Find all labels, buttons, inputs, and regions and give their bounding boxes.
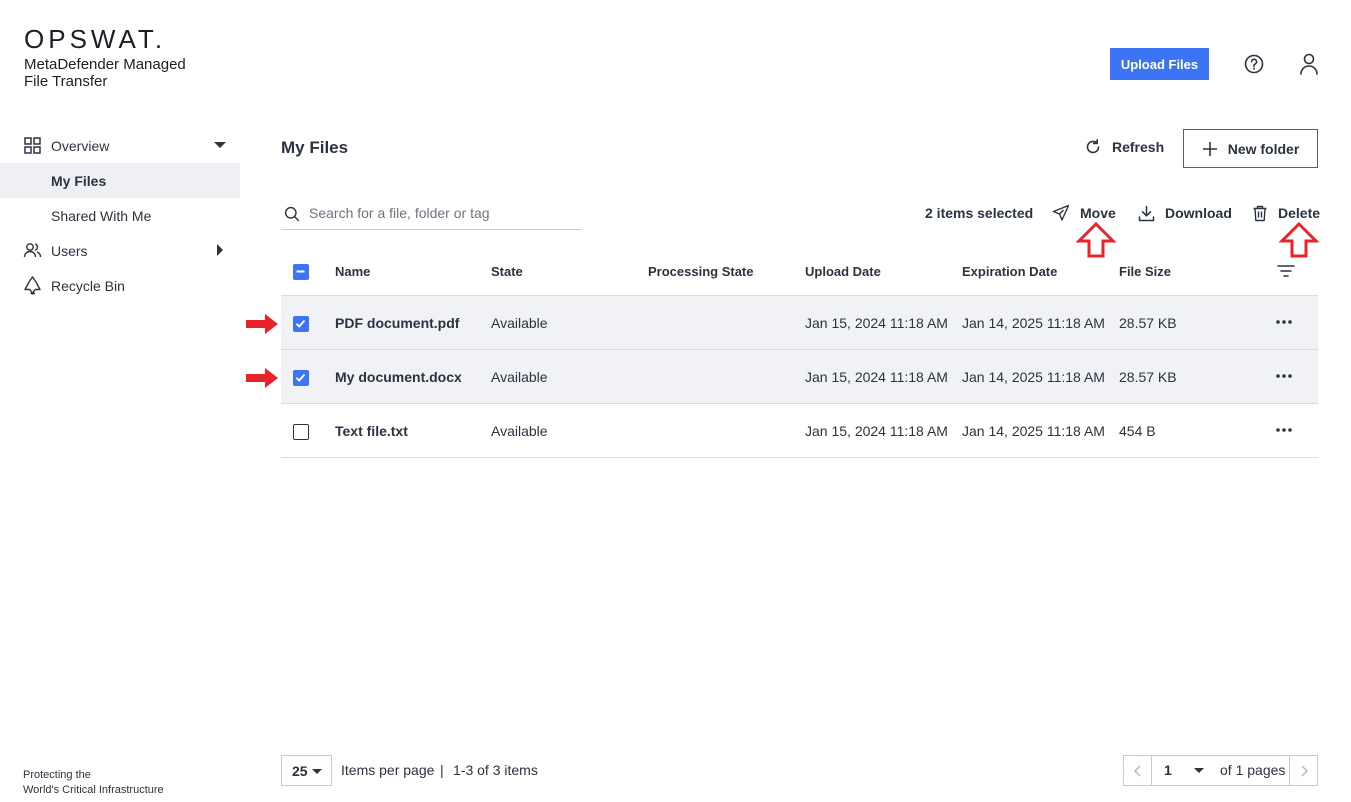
file-name[interactable]: My document.docx — [335, 350, 462, 404]
pagination-separator: | — [440, 762, 444, 778]
pager: 1 of 1 pages — [1123, 755, 1318, 786]
items-per-page-select[interactable]: 25 — [281, 755, 332, 786]
sidebar-item-recycle-bin[interactable]: Recycle Bin — [0, 268, 240, 303]
download-icon — [1138, 205, 1155, 221]
new-folder-button[interactable]: New folder — [1183, 129, 1318, 168]
product-name-line2: File Transfer — [24, 73, 108, 90]
selection-count: 2 items selected — [925, 205, 1034, 221]
next-page-button[interactable] — [1289, 756, 1317, 785]
grid-icon — [23, 136, 42, 155]
items-per-page-value: 25 — [292, 762, 308, 779]
product-name: MetaDefender Managed File Transfer — [24, 56, 186, 90]
delete-button[interactable]: Delete — [1252, 203, 1320, 223]
chevron-right-icon — [1300, 764, 1308, 777]
sidebar-item-shared-with-me[interactable]: Shared With Me — [0, 198, 240, 233]
product-name-line1: MetaDefender Managed — [24, 56, 186, 73]
move-label: Move — [1080, 205, 1116, 221]
more-options-icon[interactable] — [1274, 317, 1294, 327]
row-checkbox[interactable] — [293, 370, 309, 386]
file-expiration-date: Jan 14, 2025 11:18 AM — [962, 423, 1105, 439]
column-header-expiration-date[interactable]: Expiration Date — [962, 264, 1057, 279]
items-per-page-label: Items per page — [341, 762, 435, 778]
table-row[interactable]: Text file.txt Available Jan 15, 2024 11:… — [281, 404, 1318, 458]
new-folder-label: New folder — [1227, 140, 1300, 157]
send-icon — [1052, 204, 1070, 221]
file-upload-date: Jan 15, 2024 11:18 AM — [805, 369, 948, 385]
file-size: 454 B — [1119, 423, 1156, 439]
recycle-icon — [23, 276, 42, 295]
sidebar-item-users[interactable]: Users — [0, 233, 240, 268]
more-options-icon[interactable] — [1274, 425, 1294, 435]
search-icon — [284, 206, 300, 222]
opswat-logo: OPSWAT. — [24, 24, 167, 54]
trash-icon — [1253, 205, 1267, 221]
chevron-down-icon[interactable] — [1194, 768, 1204, 773]
file-expiration-date: Jan 14, 2025 11:18 AM — [962, 315, 1105, 331]
footer-tagline-line2: World's Critical Infrastructure — [23, 784, 164, 796]
annotation-arrow-up-icon — [1279, 222, 1319, 258]
file-name[interactable]: Text file.txt — [335, 404, 408, 458]
column-header-file-size[interactable]: File Size — [1119, 264, 1171, 279]
previous-page-button[interactable] — [1124, 756, 1152, 785]
annotation-arrow-right-icon — [246, 368, 278, 388]
column-filter-icon[interactable] — [1277, 264, 1295, 278]
chevron-down-icon[interactable] — [214, 142, 226, 148]
column-header-processing-state[interactable]: Processing State — [648, 264, 754, 279]
move-button[interactable]: Move — [1052, 203, 1116, 223]
row-checkbox[interactable] — [293, 424, 309, 440]
table-row[interactable]: My document.docx Available Jan 15, 2024 … — [281, 350, 1318, 404]
upload-files-button[interactable]: Upload Files — [1110, 48, 1209, 80]
chevron-right-icon[interactable] — [217, 244, 223, 256]
sidebar-item-label: Shared With Me — [51, 207, 152, 224]
annotation-arrow-up-icon — [1076, 222, 1116, 258]
more-options-icon[interactable] — [1274, 371, 1294, 381]
current-page[interactable]: 1 — [1164, 762, 1172, 778]
column-header-name[interactable]: Name — [335, 264, 370, 279]
plus-icon — [1202, 141, 1217, 156]
footer-tagline: Protecting the World's Critical Infrastr… — [23, 768, 164, 798]
download-label: Download — [1165, 205, 1232, 221]
sidebar-item-label: Overview — [51, 137, 110, 154]
annotation-arrow-right-icon — [246, 314, 278, 334]
search-input[interactable] — [309, 202, 577, 224]
footer-tagline-line1: Protecting the — [23, 769, 91, 781]
file-state: Available — [491, 423, 548, 439]
delete-label: Delete — [1278, 205, 1321, 221]
total-pages: of 1 pages — [1220, 762, 1286, 778]
sidebar-item-my-files[interactable]: My Files — [0, 163, 240, 198]
file-state: Available — [491, 369, 548, 385]
file-name[interactable]: PDF document.pdf — [335, 296, 459, 350]
sidebar-item-overview[interactable]: Overview — [0, 128, 240, 163]
sidebar-item-label: Users — [51, 242, 88, 259]
sidebar-item-label: My Files — [51, 172, 107, 189]
table-row[interactable]: PDF document.pdf Available Jan 15, 2024 … — [281, 296, 1318, 350]
page-title: My Files — [281, 138, 349, 157]
file-state: Available — [491, 315, 548, 331]
search-field[interactable] — [281, 198, 581, 230]
chevron-down-icon — [312, 769, 322, 774]
file-upload-date: Jan 15, 2024 11:18 AM — [805, 315, 948, 331]
user-icon[interactable] — [1298, 52, 1320, 76]
sidebar-item-label: Recycle Bin — [51, 277, 125, 294]
file-size: 28.57 KB — [1119, 315, 1177, 331]
pagination-range: 1-3 of 3 items — [453, 762, 538, 778]
download-button[interactable]: Download — [1138, 203, 1232, 223]
column-header-upload-date[interactable]: Upload Date — [805, 264, 881, 279]
refresh-label: Refresh — [1112, 139, 1165, 155]
refresh-button[interactable]: Refresh — [1084, 136, 1164, 158]
chevron-left-icon — [1133, 764, 1141, 777]
file-size: 28.57 KB — [1119, 369, 1177, 385]
help-circle-icon[interactable] — [1243, 53, 1265, 75]
refresh-icon — [1086, 139, 1100, 154]
column-header-state[interactable]: State — [491, 264, 523, 279]
file-expiration-date: Jan 14, 2025 11:18 AM — [962, 369, 1105, 385]
file-upload-date: Jan 15, 2024 11:18 AM — [805, 423, 948, 439]
select-all-checkbox[interactable] — [293, 264, 309, 280]
row-checkbox[interactable] — [293, 316, 309, 332]
users-icon — [23, 241, 42, 260]
